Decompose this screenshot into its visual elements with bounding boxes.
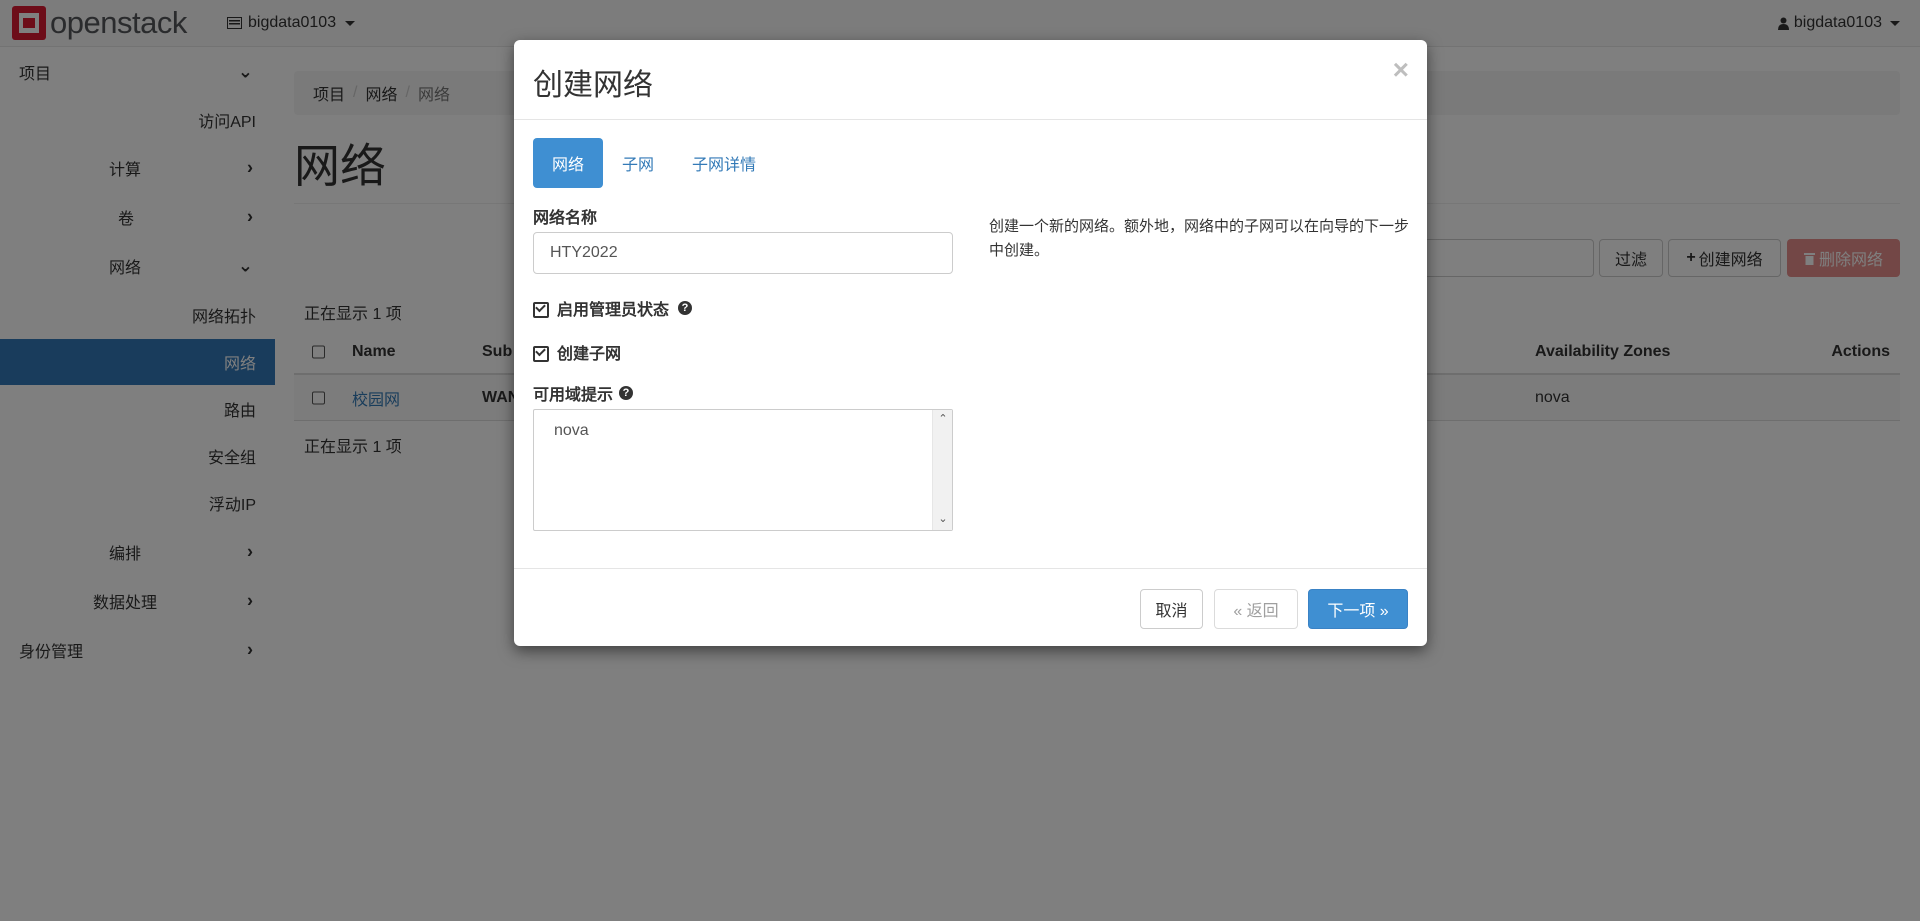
az-hint-select[interactable]: nova ⌃ ⌄: [533, 409, 953, 531]
create-subnet-label: 创建子网: [557, 346, 622, 363]
tab-subnet-details[interactable]: 子网详情: [673, 138, 775, 188]
tab-network[interactable]: 网络: [533, 138, 604, 188]
tab-subnet[interactable]: 子网: [603, 138, 673, 188]
question-circle-icon[interactable]: ?: [619, 386, 634, 400]
next-button[interactable]: 下一项 »: [1308, 589, 1408, 629]
modal-footer: 取消 « 返回 下一项 »: [514, 568, 1427, 646]
admin-state-checkbox[interactable]: [533, 301, 549, 318]
admin-state-row: 启用管理员状态 ?: [533, 296, 693, 320]
create-subnet-checkbox[interactable]: [533, 345, 549, 362]
help-text: 创建一个新的网络。额外地，网络中的子网可以在向导的下一步中创建。: [989, 218, 1410, 259]
cancel-button[interactable]: 取消: [1140, 589, 1203, 629]
scroll-up-icon[interactable]: ⌃: [938, 414, 948, 425]
modal-title: 创建网络: [533, 69, 653, 102]
az-hint-label: 可用域提示: [533, 387, 614, 404]
az-hint-label-row: 可用域提示 ?: [533, 381, 634, 405]
az-hint-option[interactable]: nova: [554, 422, 589, 440]
back-button[interactable]: « 返回: [1214, 589, 1298, 629]
network-name-label: 网络名称: [533, 210, 598, 227]
admin-state-label: 启用管理员状态: [557, 302, 670, 319]
network-name-input[interactable]: HTY2022: [533, 232, 953, 274]
wizard-tabs: 网络 子网 子网详情: [533, 138, 775, 188]
question-circle-icon[interactable]: ?: [678, 301, 693, 315]
modal-header: 创建网络 ×: [514, 40, 1427, 120]
network-name-value: HTY2022: [550, 244, 618, 261]
scrollbar[interactable]: ⌃ ⌄: [932, 410, 952, 530]
close-icon[interactable]: ×: [1393, 54, 1409, 86]
create-subnet-row: 创建子网: [533, 340, 621, 364]
scroll-down-icon[interactable]: ⌄: [938, 514, 948, 525]
create-network-modal: 创建网络 × 网络 子网 子网详情 网络名称 HTY2022 启用管理员状态 ?…: [514, 40, 1427, 646]
